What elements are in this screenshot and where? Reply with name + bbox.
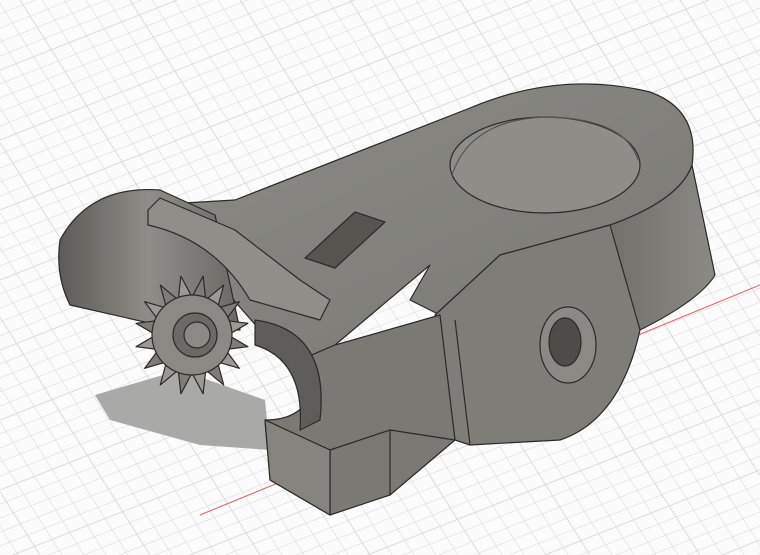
bolt-hole-inner <box>548 317 582 367</box>
cad-viewport[interactable] <box>0 0 760 555</box>
gear-bore-inner <box>183 321 211 349</box>
model-part[interactable] <box>0 0 760 555</box>
ring-hole <box>449 116 641 214</box>
